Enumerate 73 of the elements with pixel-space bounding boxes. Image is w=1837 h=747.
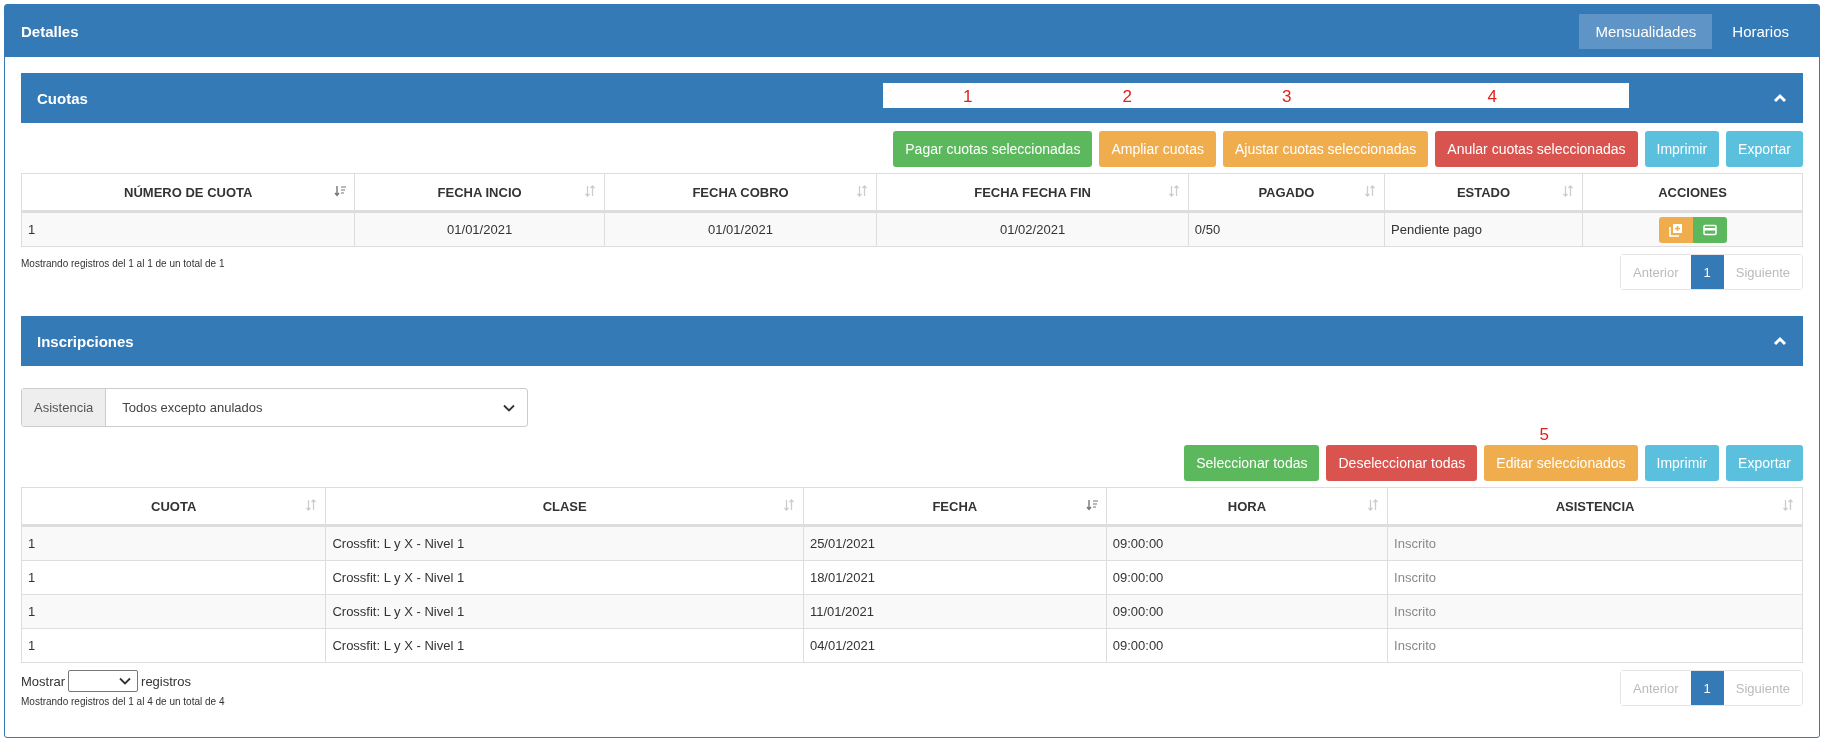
sort-icon[interactable] [1367,499,1380,511]
action-button[interactable]: Exportar [1726,131,1803,167]
table-cell: 1 [21,628,326,663]
page-length-select[interactable] [68,670,139,692]
annotation-number: 5 [1539,425,1549,445]
table-cell: Crossfit: L y X - Nivel 1 [325,594,804,629]
action-button[interactable]: Seleccionar todas [1184,445,1320,481]
attendance-filter[interactable]: Asistencia Todos excepto anulados [21,388,528,427]
collapse-chevron-icon[interactable] [1773,336,1787,346]
filter-value: Todos excepto anulados [122,400,263,415]
pagination-button[interactable]: 1 [1690,255,1724,289]
action-button[interactable]: Imprimir [1644,445,1720,481]
table-cell: Inscrito [1387,525,1803,561]
row-action-button[interactable] [1692,216,1727,243]
dropdown-caret-icon [503,403,515,412]
table-cell: 1 [21,594,326,629]
table-cell: 01/01/2021 [604,211,877,247]
table-cell: 09:00:00 [1106,525,1388,561]
table-cell: 04/01/2021 [803,628,1107,663]
table-cell: Crossfit: L y X - Nivel 1 [325,628,804,663]
table-cell: 01/02/2021 [876,211,1189,247]
action-button[interactable]: Anular cuotas seleccionadas [1435,131,1638,167]
annotation-number: 4 [1487,86,1497,108]
sort-icon[interactable] [1167,185,1180,197]
action-button[interactable]: Imprimir [1644,131,1720,167]
table-cell: 1 [21,211,355,247]
table-cell: 01/01/2021 [355,211,605,247]
table-cell: Inscrito [1387,560,1803,595]
tab[interactable]: Mensualidades [1579,13,1713,49]
sort-icon[interactable] [1364,185,1376,197]
copy-plus-icon [1668,222,1683,237]
table-cell: Inscrito [1387,594,1803,629]
length-label: Mostrar [21,673,66,689]
annotation-number: 3 [1281,86,1292,108]
dropdown-caret-icon [119,677,132,685]
table-cell: Crossfit: L y X - Nivel 1 [325,560,804,595]
table-cell: 11/01/2021 [803,594,1107,629]
collapse-chevron-icon[interactable] [1773,93,1787,103]
table-cell: 25/01/2021 [803,525,1107,561]
annotation-number: 1 [963,86,973,108]
table-cell: 09:00:00 [1106,560,1388,595]
row-action-button[interactable] [1658,216,1693,243]
filter-label: Asistencia [22,389,107,426]
sort-descending-icon[interactable] [334,185,347,197]
sort-descending-icon[interactable] [1085,499,1098,511]
sort-icon[interactable] [782,499,795,511]
table-cell: 0/50 [1188,211,1385,247]
sort-icon[interactable] [305,499,318,511]
sort-icon[interactable] [1562,185,1574,197]
table-cell: Pendiente pago [1384,211,1583,247]
table-cell: Crossfit: L y X - Nivel 1 [325,525,804,561]
length-label: registros [141,673,191,689]
sort-icon[interactable] [856,185,869,197]
table-cell: Inscrito [1387,628,1803,663]
action-button[interactable]: Deseleccionar todas [1326,445,1478,481]
table-cell: 18/01/2021 [803,560,1107,595]
panel-title: Detalles [21,22,79,40]
sort-icon[interactable] [583,185,596,197]
table-info: Mostrando registros del 1 al 1 de un total de 1 [21,258,225,269]
table-cell: 1 [21,560,326,595]
action-button[interactable]: Exportar [1726,445,1803,481]
annotation-number: 2 [1122,86,1132,108]
table-cell: 09:00:00 [1106,628,1388,663]
pagination-button[interactable]: 1 [1690,671,1724,705]
action-button[interactable]: Pagar cuotas seleccionadas [893,131,1093,167]
table-cell: 09:00:00 [1106,594,1388,629]
table-info: Mostrando registros del 1 al 4 de un total de 4 [21,696,225,707]
table-cell: 1 [21,525,326,561]
sort-icon[interactable] [1782,499,1794,511]
section-title: Inscripciones [37,332,134,350]
tab[interactable]: Horarios [1716,13,1805,49]
credit-card-icon [1702,223,1717,236]
section-title: Cuotas [37,89,88,107]
